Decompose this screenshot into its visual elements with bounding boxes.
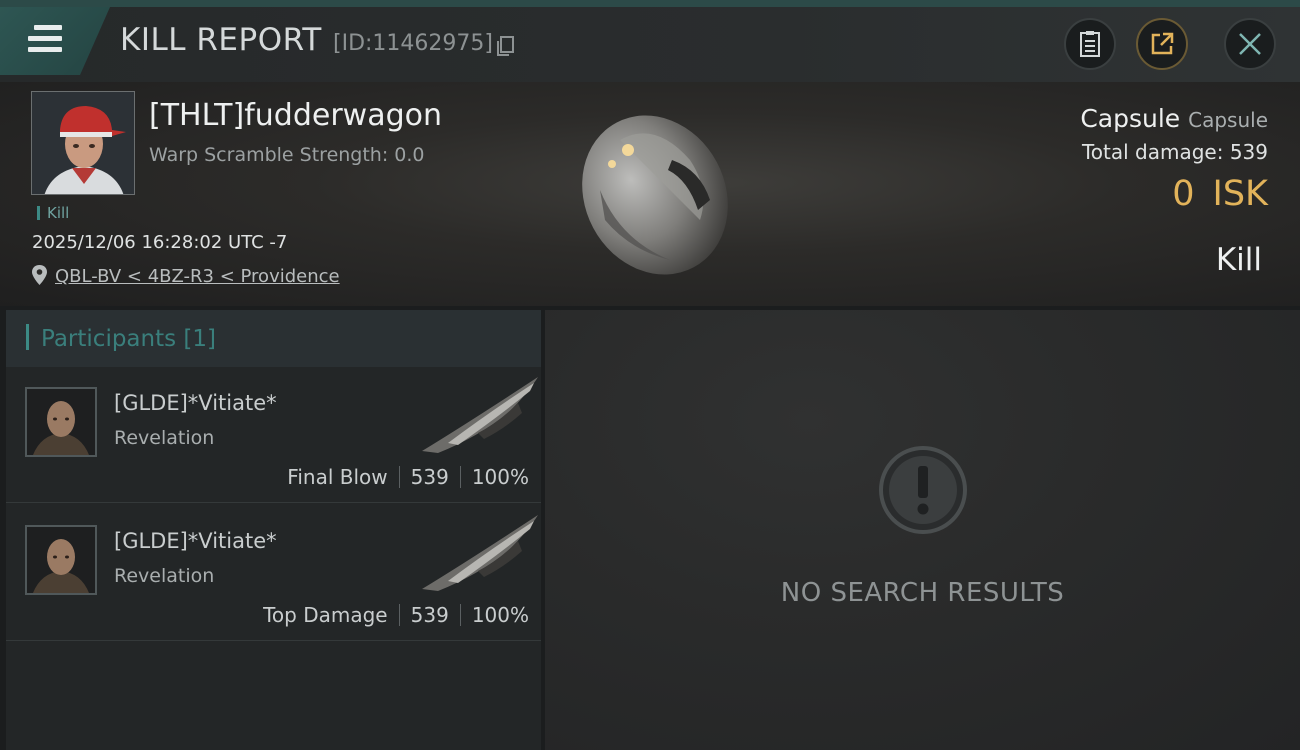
participant-role: Final Blow: [287, 465, 388, 489]
victim-name[interactable]: [THLT]fudderwagon: [149, 98, 442, 133]
share-button[interactable]: [1136, 18, 1188, 70]
participant-ship-image[interactable]: [418, 511, 540, 595]
menu-icon: [28, 25, 62, 53]
ship-class: Capsule: [1188, 108, 1268, 132]
location-pin-icon: [32, 265, 47, 285]
ship-type: Capsule Capsule: [1080, 104, 1268, 133]
participant-stats: Top Damage 539 100%: [263, 603, 529, 627]
close-icon: [1239, 33, 1261, 55]
participants-label: Participants: [41, 326, 177, 352]
clipboard-button[interactable]: [1064, 18, 1116, 70]
close-button[interactable]: [1224, 18, 1276, 70]
victim-summary: [THLT]fudderwagon Warp Scramble Strength…: [0, 82, 1300, 306]
isk-value: 0 ISK: [1172, 174, 1268, 214]
participant-row[interactable]: [GLDE]*Vitiate* Revelation Final Blow 53…: [6, 367, 541, 503]
participant-damage: 539: [410, 465, 449, 489]
total-damage: Total damage: 539: [1081, 140, 1268, 164]
page-title: KILL REPORT: [120, 22, 322, 58]
isk-unit: ISK: [1212, 174, 1269, 214]
kill-tag: Kill: [37, 206, 69, 221]
report-id: [ID:11462975]: [333, 31, 493, 56]
menu-button[interactable]: [0, 7, 110, 75]
participant-ship-image[interactable]: [418, 373, 540, 457]
participant-ship: Revelation: [114, 565, 215, 587]
participant-row[interactable]: [GLDE]*Vitiate* Revelation Top Damage 53…: [6, 505, 541, 641]
header-bar: KILL REPORT [ID:11462975]: [0, 7, 1300, 82]
participant-percent: 100%: [471, 603, 529, 627]
share-icon: [1151, 32, 1174, 55]
isk-amount: 0: [1172, 174, 1195, 214]
victim-ship-image[interactable]: [560, 100, 750, 280]
top-accent-line: [0, 0, 1300, 7]
results-panel: NO SEARCH RESULTS: [545, 310, 1300, 750]
no-results-text: NO SEARCH RESULTS: [780, 578, 1065, 608]
victim-portrait[interactable]: [31, 91, 135, 195]
participant-avatar[interactable]: [25, 387, 97, 457]
participants-panel: Participants [1] [GLDE]*Vitiate* Revelat…: [6, 310, 541, 750]
participant-stats: Final Blow 539 100%: [287, 465, 529, 489]
location-link[interactable]: QBL-BV < 4BZ-R3 < Providence: [55, 266, 340, 287]
participant-ship: Revelation: [114, 427, 215, 449]
participant-percent: 100%: [471, 465, 529, 489]
warp-scramble-strength: Warp Scramble Strength: 0.0: [149, 144, 425, 166]
clipboard-icon: [1080, 31, 1100, 57]
kill-result: Kill: [1215, 242, 1262, 278]
participant-damage: 539: [410, 603, 449, 627]
participant-role: Top Damage: [263, 603, 388, 627]
participant-name[interactable]: [GLDE]*Vitiate*: [114, 529, 277, 553]
participant-avatar[interactable]: [25, 525, 97, 595]
participants-header: Participants [1]: [6, 310, 541, 367]
participant-name[interactable]: [GLDE]*Vitiate*: [114, 391, 277, 415]
exclamation-icon: [879, 446, 967, 534]
kill-datetime: 2025/12/06 16:28:02 UTC -7: [32, 232, 288, 253]
copy-icon[interactable]: [497, 36, 515, 56]
ship-name[interactable]: Capsule: [1080, 104, 1180, 133]
participants-count: [1]: [183, 326, 217, 352]
